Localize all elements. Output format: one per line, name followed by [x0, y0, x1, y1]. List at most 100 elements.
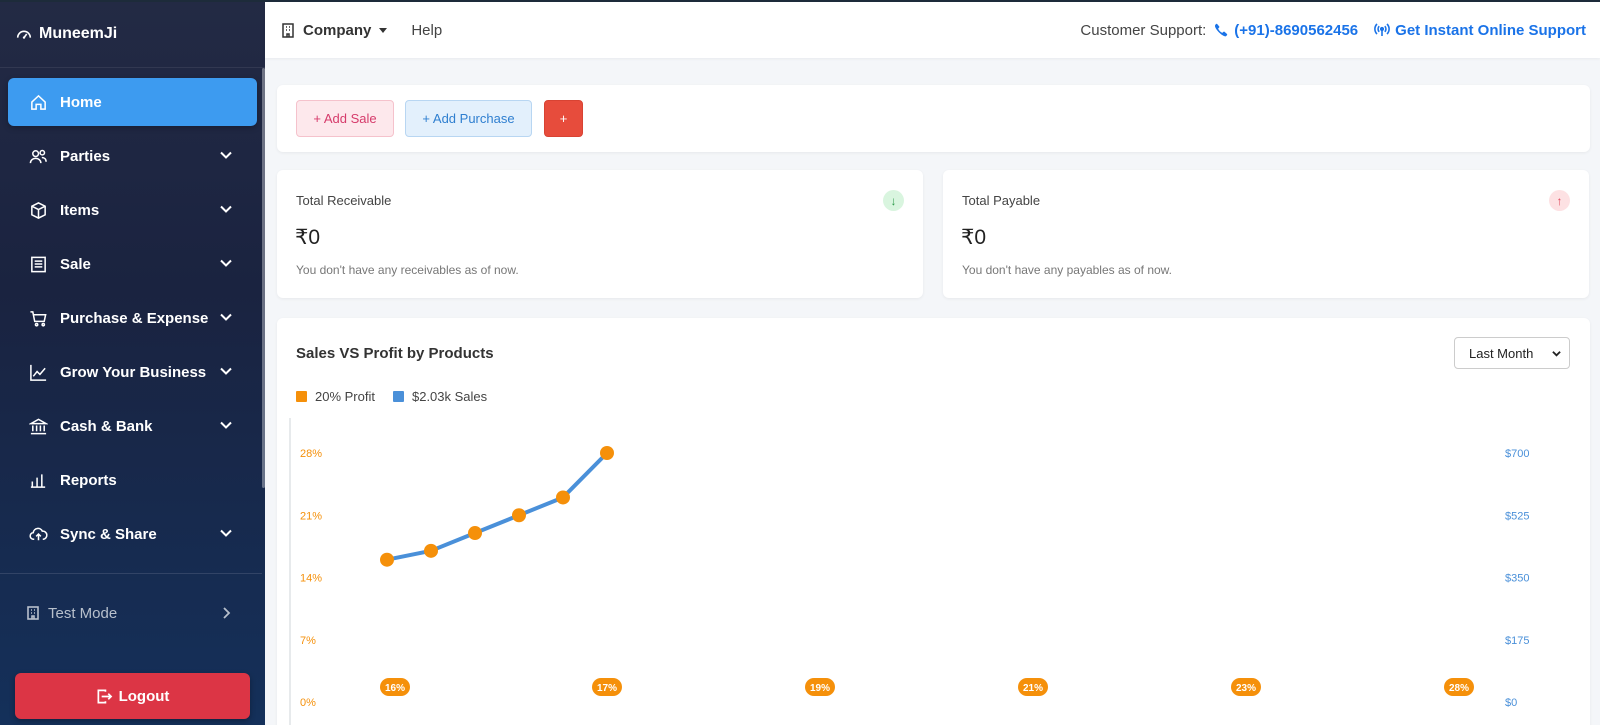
x-badge-label: 23% [1236, 683, 1256, 694]
sidebar-item-label: Reports [60, 471, 117, 489]
brand[interactable]: MuneemJi [0, 0, 265, 68]
home-icon [28, 92, 48, 112]
more-actions-button[interactable]: + [544, 100, 583, 137]
payable-title: Total Payable [962, 193, 1041, 208]
company-dropdown[interactable]: Company [281, 21, 388, 39]
y-left-tick-label: 14% [300, 573, 322, 585]
chevron-down-icon[interactable] [219, 256, 233, 270]
receivable-title: Total Receivable [296, 193, 392, 208]
support-label: Customer Support: [1080, 21, 1207, 39]
sidebar-item-label: Sale [60, 255, 91, 273]
top-bar: Company Help Customer Support: (+91)-869… [265, 2, 1600, 58]
total-payable-card[interactable]: Total Payable ↑ ₹0 You don't have any pa… [943, 170, 1589, 298]
chevron-down-icon[interactable] [219, 148, 233, 162]
y-left-tick-label: 21% [300, 510, 322, 522]
arrow-up-icon: ↑ [1549, 190, 1570, 211]
sidebar: MuneemJi Home Parties Items Sale Purchase & … [0, 0, 265, 725]
receipt-icon [28, 254, 48, 274]
profit-point [468, 526, 482, 541]
x-badge-label: 28% [1449, 683, 1469, 694]
building-icon [27, 606, 39, 620]
x-badge-label: 19% [810, 683, 830, 694]
y-right-tick-label: $350 [1505, 573, 1529, 585]
sidebar-item-parties[interactable]: Parties [8, 132, 257, 180]
profit-point [600, 446, 614, 460]
y-right-tick-label: $0 [1505, 697, 1517, 709]
sidebar-item-label: Purchase & Expense [60, 309, 209, 327]
logout-label: Logout [118, 687, 170, 705]
phone-icon [1215, 23, 1228, 37]
help-link[interactable]: Help [411, 22, 442, 39]
support-phone-link[interactable]: (+91)-8690562456 [1214, 22, 1358, 39]
sidebar-item-label: Parties [60, 147, 111, 165]
chevron-down-icon[interactable] [219, 202, 233, 216]
sidebar-item-sync-share[interactable]: Sync & Share [8, 510, 257, 558]
logout-button[interactable]: Logout [15, 673, 250, 719]
box-icon [28, 200, 48, 220]
instant-support-link[interactable]: Get Instant Online Support [1374, 22, 1586, 39]
chevron-down-icon[interactable] [219, 526, 233, 540]
sidebar-nav: Home Parties Items Sale Purchase & Expense Gr… [0, 68, 265, 558]
window-top-border [0, 0, 1600, 2]
y-right-tick-label: $525 [1505, 510, 1529, 522]
caret-down-icon [379, 27, 388, 33]
trend-icon [28, 362, 48, 382]
chevron-down-icon[interactable] [219, 418, 233, 432]
sidebar-item-label: Items [60, 201, 100, 219]
customer-support: Customer Support: (+91)-8690562456 Get I… [1080, 22, 1586, 39]
bar-chart-icon [28, 470, 48, 490]
quick-actions-card: + Add Sale + Add Purchase + [277, 85, 1590, 152]
dashboard-gauge-icon [16, 29, 32, 39]
profit-point [380, 552, 394, 567]
x-badge-label: 17% [597, 683, 617, 694]
payable-amount: ₹0 [961, 226, 987, 249]
chevron-right-icon [223, 607, 231, 619]
building-icon [282, 22, 294, 38]
brand-name: MuneemJi [39, 24, 118, 42]
bank-icon [28, 416, 48, 436]
users-icon [28, 146, 48, 166]
sales-line [385, 451, 609, 562]
add-purchase-button[interactable]: + Add Purchase [405, 100, 532, 137]
y-right-tick-label: $700 [1505, 448, 1529, 460]
add-sale-button[interactable]: + Add Sale [296, 100, 394, 137]
sidebar-scrollbar[interactable] [262, 68, 265, 488]
instant-support-label: Get Instant Online Support [1395, 21, 1586, 39]
sidebar-divider [0, 573, 262, 574]
profit-point [512, 508, 526, 523]
sidebar-item-home[interactable]: Home [8, 78, 257, 126]
chevron-down-icon[interactable] [219, 310, 233, 324]
profit-point [556, 490, 570, 505]
y-right-tick-label: $175 [1505, 635, 1529, 647]
profit-point [424, 543, 438, 558]
sidebar-item-grow-your-business[interactable]: Grow Your Business [8, 348, 257, 396]
arrow-down-icon: ↓ [883, 190, 904, 211]
phone-number: (+91)-8690562456 [1234, 21, 1359, 39]
y-left-tick-label: 28% [300, 448, 322, 460]
company-label: Company [303, 21, 372, 39]
receivable-amount: ₹0 [295, 226, 321, 249]
test-mode-label: Test Mode [48, 604, 118, 622]
sidebar-item-purchase-expense[interactable]: Purchase & Expense [8, 294, 257, 342]
cart-icon [28, 308, 48, 328]
sidebar-item-label: Sync & Share [60, 525, 157, 543]
logout-icon [97, 689, 112, 703]
sidebar-item-cash-bank[interactable]: Cash & Bank [8, 402, 257, 450]
broadcast-icon [1374, 23, 1391, 36]
y-left-tick-label: 7% [300, 635, 316, 647]
sales-profit-chart: 28% 21% 14% 7% 0% $700 $525 $350 $175 $0 16% 17% 19%… [289, 418, 1529, 725]
sidebar-item-label: Home [60, 93, 102, 111]
sidebar-item-label: Cash & Bank [60, 417, 153, 435]
test-mode-toggle[interactable]: Test Mode [26, 600, 241, 626]
y-left-tick-label: 0% [300, 697, 316, 709]
x-badge-label: 21% [1023, 683, 1043, 694]
sidebar-item-sale[interactable]: Sale [8, 240, 257, 288]
sidebar-item-reports[interactable]: Reports [8, 456, 257, 504]
x-badge-label: 16% [385, 683, 405, 694]
sidebar-item-items[interactable]: Items [8, 186, 257, 234]
sales-profit-chart-card: Sales VS Profit by Products Last Month 2… [277, 318, 1590, 725]
payable-note: You don't have any payables as of now. [962, 263, 1173, 277]
total-receivable-card[interactable]: Total Receivable ↓ ₹0 You don't have any… [277, 170, 923, 298]
chevron-down-icon[interactable] [219, 364, 233, 378]
receivable-note: You don't have any receivables as of now… [296, 263, 519, 277]
